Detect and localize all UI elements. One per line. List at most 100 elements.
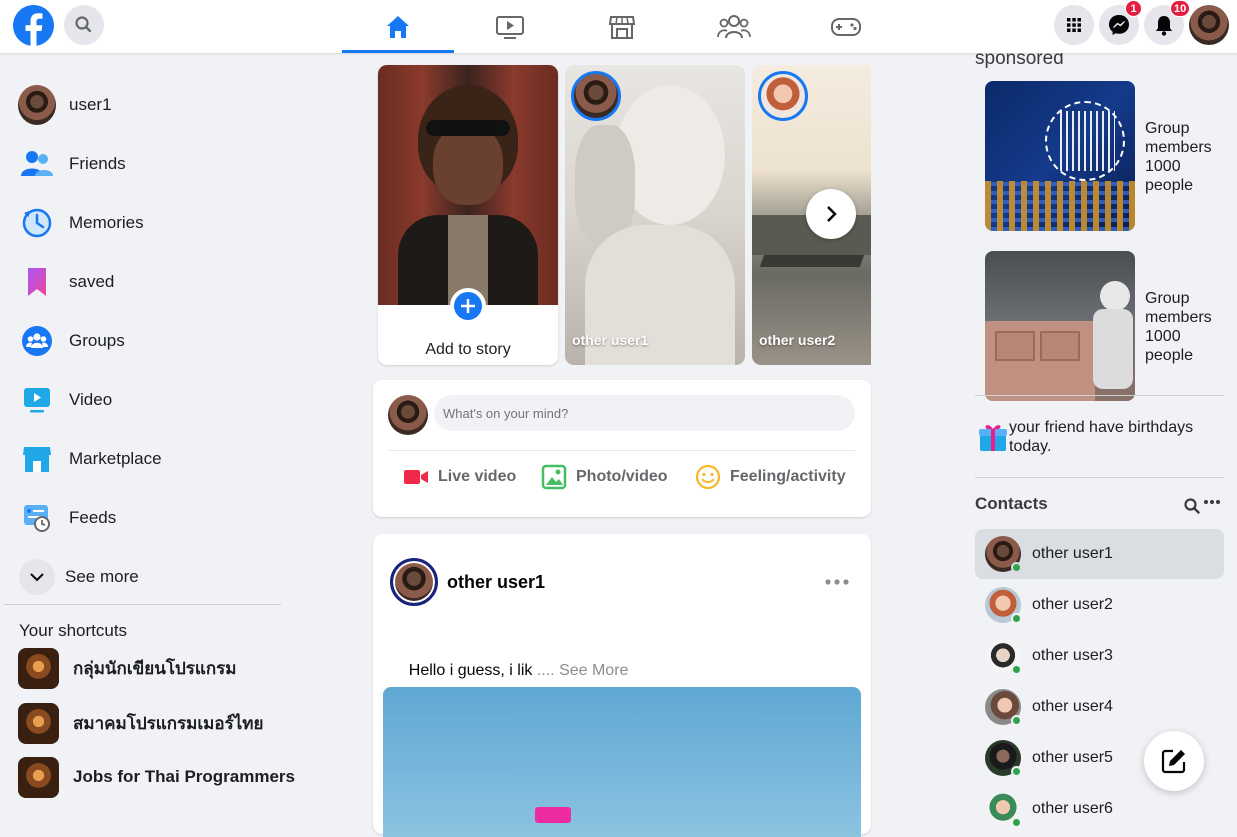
sidebar-item-saved[interactable]: saved [18,262,114,302]
gift-icon [979,425,1007,451]
sidebar-item-label: Feeds [69,508,117,527]
more-options-icon[interactable] [825,578,849,586]
notifications-badge: 10 [1170,0,1191,17]
birthday-notice[interactable]: your friend have birthdays today. [978,418,1224,458]
sidebar-item-label: saved [69,272,115,291]
photo-video-button[interactable]: Photo/video [541,460,668,494]
contact-name: other user1 [1032,545,1113,562]
sidebar-profile[interactable]: user1 [18,85,112,125]
sidebar-item-label: Memories [69,213,144,232]
menu-button[interactable] [1054,5,1094,45]
contact-name: other user5 [1032,749,1113,766]
plus-icon [461,299,475,313]
post-see-more-link[interactable]: See More [559,662,628,679]
grid-menu-icon [1067,18,1081,32]
tab-groups[interactable] [678,0,790,53]
story-author-avatar [758,71,808,121]
sidebar-item-label: Marketplace [69,449,162,468]
watch-icon [496,15,524,39]
tab-watch[interactable] [454,0,566,53]
facebook-logo[interactable] [13,5,54,47]
post-image [383,687,861,837]
online-indicator [1011,766,1022,777]
shortcut-item[interactable]: Jobs for Thai Programmers [18,755,295,799]
contacts-more-icon[interactable] [1203,499,1221,505]
smiley-icon [695,464,721,490]
contact-item[interactable]: other user1 [975,529,1224,579]
ad-text: Group members 1000 people [1145,290,1212,364]
contact-name: other user6 [1032,800,1113,817]
ad-item[interactable]: Group members 1000 people [985,251,1225,401]
search-button[interactable] [64,5,104,45]
friends-icon [21,151,53,176]
post-author-avatar[interactable] [390,558,438,606]
shortcut-item[interactable]: สมาคมโปรแกรมเมอร์ไทย [18,701,263,745]
live-video-icon [404,470,428,484]
live-video-label: Live video [438,468,517,485]
photo-icon [541,464,567,490]
post-composer [373,380,871,517]
feeling-activity-button[interactable]: Feeling/activity [695,460,846,494]
tab-gaming[interactable] [790,0,902,53]
sidebar-item-friends[interactable]: Friends [18,144,126,184]
sidebar-item-feeds[interactable]: Feeds [18,498,116,538]
right-divider [975,395,1224,396]
memories-icon [22,208,52,238]
post-ellipsis: .... [532,662,560,679]
sidebar-item-groups[interactable]: Groups [18,321,125,361]
marketplace-icon [23,447,51,472]
messenger-badge: 1 [1125,0,1142,17]
shortcut-item[interactable]: กลุ่มนักเขียนโปรแกรม [18,646,236,690]
gaming-icon [831,17,861,36]
tab-marketplace[interactable] [566,0,678,53]
composer-avatar[interactable] [388,395,428,435]
story-author-name: other user1 [572,332,649,348]
story-author-avatar [571,71,621,121]
post-card: other user1 Hello i guess, i lik .... Se… [373,534,871,837]
live-video-button[interactable]: Live video [403,460,516,494]
shortcut-label: Jobs for Thai Programmers [73,767,296,786]
sidebar-item-video[interactable]: Video [18,380,112,420]
contact-item[interactable]: other user2 [975,580,1224,630]
user-avatar [18,85,56,125]
new-message-button[interactable] [1144,731,1204,791]
see-more-button[interactable]: See more [18,557,139,597]
contact-name: other user4 [1032,698,1113,715]
sidebar-item-label: Friends [69,154,126,173]
contact-item[interactable]: other user4 [975,682,1224,732]
story-card[interactable]: other user1 [565,65,745,365]
contacts-search-icon[interactable] [1183,497,1201,515]
add-story-button[interactable] [450,288,486,324]
groups-icon [717,14,751,38]
sidebar-item-label: Groups [69,331,125,350]
ad-image [985,81,1135,231]
contacts-title: Contacts [975,494,1048,513]
feeling-activity-label: Feeling/activity [730,468,846,485]
contact-item[interactable]: other user3 [975,631,1224,681]
search-icon [75,16,92,33]
shortcut-label: สมาคมโปรแกรมเมอร์ไทย [73,713,264,733]
marketplace-icon [608,15,636,39]
chevron-down-icon [30,573,44,582]
groups-icon [22,326,52,356]
tab-home[interactable] [342,0,454,53]
ad-image [985,251,1135,401]
contact-name: other user2 [1032,596,1113,613]
ad-text: Group members 1000 people [1145,120,1212,194]
stories-next-button[interactable] [806,189,856,239]
online-indicator [1011,664,1022,675]
sidebar-item-marketplace[interactable]: Marketplace [18,439,162,479]
chevron-right-icon [827,206,837,222]
account-avatar[interactable] [1189,5,1229,45]
shortcut-label: กลุ่มนักเขียนโปรแกรม [73,658,237,678]
contact-name: other user3 [1032,647,1113,664]
story-author-name: other user2 [759,332,836,348]
create-story-card[interactable]: Add to story [378,65,558,365]
video-icon [24,388,50,413]
ad-item[interactable]: Group members 1000 people [985,81,1225,231]
shortcut-thumbnail [18,702,59,744]
post-author-name[interactable]: other user1 [447,572,545,593]
sidebar-item-memories[interactable]: Memories [18,203,144,243]
whats-on-your-mind-input[interactable] [434,395,855,431]
sidebar-user-name: user1 [69,95,112,114]
